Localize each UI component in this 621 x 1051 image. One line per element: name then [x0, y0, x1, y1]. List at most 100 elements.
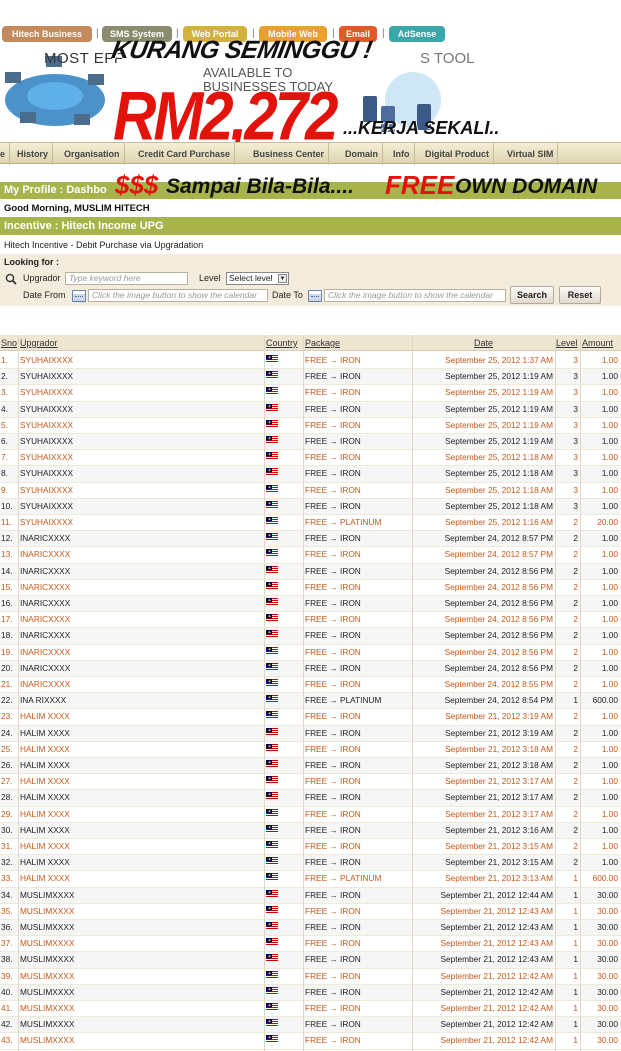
cell-upgrador: INARICXXXX — [20, 679, 71, 689]
table-row: 24. HALIM XXXX FREE → IRON September 21, 20… — [0, 725, 621, 742]
cell-level: 2 — [573, 598, 578, 608]
table-row: 41. MUSLIMXXXX FREE → IRON September 21, 20… — [0, 1001, 621, 1018]
cell-level: 1 — [573, 986, 578, 997]
nav-item-credit-card-purchase[interactable]: Credit Card Purchase — [134, 143, 236, 165]
col-divider — [580, 335, 581, 1051]
date-to-input[interactable]: Click the image button to show the calen… — [324, 289, 506, 302]
cell-amount: 1.00 — [601, 484, 618, 495]
table-row: 8. SYUHAIXXXX FREE → IRON September 25, 201… — [0, 466, 621, 483]
cell-package: FREE → IRON — [305, 387, 361, 398]
nav-item-info[interactable]: Info — [389, 143, 415, 165]
cell-sno: 38. — [1, 954, 13, 965]
cell-package: FREE → IRON — [305, 533, 361, 544]
cell-level: 3 — [573, 452, 578, 463]
cell-sno: 18. — [1, 630, 13, 641]
cell-package: FREE → IRON — [305, 646, 361, 657]
cell-date: September 25, 2012 1:18 AM — [445, 484, 553, 495]
col-amount[interactable]: Amount — [582, 338, 613, 348]
cell-level: 2 — [573, 549, 578, 560]
table-row: 43. MUSLIMXXXX FREE → IRON September 21, 20… — [0, 1033, 621, 1050]
cell-sno: 26. — [1, 760, 13, 770]
cell-package: FREE → IRON — [305, 371, 361, 382]
cell-date: September 21, 2012 12:42 AM — [440, 1035, 553, 1046]
cell-sno: 41. — [1, 1003, 13, 1013]
cell-package: FREE → IRON — [305, 743, 361, 754]
malaysia-flag-icon — [266, 776, 278, 785]
tab-separator: | — [96, 28, 99, 39]
table-row: 16. INARICXXXX FREE → IRON September 24, 20… — [0, 596, 621, 613]
cell-sno: 7. — [1, 452, 8, 463]
cell-amount: 1.00 — [601, 614, 618, 625]
promo-own-domain: OWN DOMAIN — [455, 175, 598, 198]
table-row: 4. SYUHAIXXXX FREE → IRON September 25, 201… — [0, 401, 621, 418]
search-button[interactable]: Search — [510, 286, 554, 304]
malaysia-flag-icon — [266, 954, 278, 963]
cell-date: September 21, 2012 12:42 AM — [440, 986, 553, 997]
level-select[interactable]: Select level ▼ — [226, 272, 289, 285]
col-upgrador[interactable]: Upgrador — [20, 338, 58, 348]
cell-amount: 30.00 — [597, 954, 618, 965]
cell-package: FREE → IRON — [305, 484, 361, 495]
reset-button[interactable]: Reset — [559, 286, 601, 304]
table-row: 26. HALIM XXXX FREE → IRON September 21, 20… — [0, 758, 621, 775]
cell-package: FREE → IRON — [305, 1003, 361, 1013]
nav-item-domain[interactable]: Domain — [341, 143, 384, 165]
col-level[interactable]: Level — [556, 338, 578, 348]
tab-hitech-business[interactable]: Hitech Business — [2, 26, 92, 42]
cell-amount: 600.00 — [592, 695, 618, 706]
cell-date: September 25, 2012 1:19 AM — [445, 419, 553, 430]
table-row: 32. HALIM XXXX FREE → IRON September 21, 20… — [0, 855, 621, 872]
col-country[interactable]: Country — [266, 338, 298, 348]
malaysia-flag-icon — [266, 792, 278, 801]
table-row: 2. SYUHAIXXXX FREE → IRON September 25, 201… — [0, 369, 621, 386]
cell-upgrador: HALIM XXXX — [20, 857, 70, 868]
nav-item-business-center[interactable]: Business Center — [249, 143, 330, 165]
incentive-title: Incentive : Hitech Income UPG — [4, 220, 164, 232]
cell-upgrador: INARICXXXX — [20, 630, 71, 641]
cell-level: 2 — [573, 565, 578, 576]
looking-for-label: Looking for : — [4, 257, 59, 267]
cell-amount: 30.00 — [597, 922, 618, 932]
cell-package: FREE → IRON — [305, 922, 361, 932]
cell-level: 2 — [573, 646, 578, 657]
nav-item-virtual-sim[interactable]: Virtual SIM — [503, 143, 559, 165]
calendar-to-icon[interactable] — [308, 290, 322, 302]
cell-amount: 1.00 — [601, 403, 618, 414]
table-row: 12. INARICXXXX FREE → IRON September 24, 20… — [0, 531, 621, 548]
col-package[interactable]: Package — [305, 338, 340, 348]
cell-sno: 29. — [1, 808, 13, 819]
cell-level: 2 — [573, 711, 578, 722]
malaysia-flag-icon — [266, 905, 278, 914]
cell-level: 1 — [573, 970, 578, 981]
date-from-input[interactable]: Click the image button to show the calen… — [88, 289, 268, 302]
cell-level: 3 — [573, 436, 578, 446]
malaysia-flag-icon — [266, 727, 278, 736]
tab-adsense[interactable]: AdSense — [389, 26, 445, 42]
level-select-value: Select level — [229, 273, 273, 283]
upgrador-input[interactable]: Type keyword here — [65, 272, 188, 285]
cell-level: 2 — [573, 533, 578, 544]
calendar-from-icon[interactable] — [72, 290, 86, 302]
cell-date: September 24, 2012 8:55 PM — [444, 679, 553, 689]
nav-item-partial[interactable]: e — [0, 143, 11, 165]
malaysia-flag-icon — [266, 970, 278, 979]
col-date[interactable]: Date — [474, 338, 493, 348]
chevron-down-icon: ▼ — [278, 274, 287, 283]
cell-date: September 25, 2012 1:19 AM — [445, 371, 553, 382]
cell-amount: 30.00 — [597, 1035, 618, 1046]
nav-item-history[interactable]: History — [13, 143, 54, 165]
table-row: 10. SYUHAIXXXX FREE → IRON September 25, 20… — [0, 498, 621, 515]
cell-package: FREE → IRON — [305, 403, 361, 414]
cell-package: FREE → PLATINUM — [305, 517, 382, 527]
cell-level: 1 — [573, 695, 578, 706]
nav-item-digital-product[interactable]: Digital Product — [421, 143, 495, 165]
cell-level: 2 — [573, 727, 578, 738]
cell-amount: 1.00 — [601, 841, 618, 851]
table-row: 17. INARICXXXX FREE → IRON September 24, 20… — [0, 612, 621, 629]
nav-item-organisation[interactable]: Organisation — [60, 143, 125, 165]
cell-level: 2 — [573, 679, 578, 689]
col-sno[interactable]: Sno — [1, 338, 17, 348]
greeting: Good Morning, MUSLIM HITECH — [4, 203, 150, 214]
cell-date: September 21, 2012 3:15 AM — [445, 841, 553, 851]
cell-package: FREE → IRON — [305, 598, 361, 608]
